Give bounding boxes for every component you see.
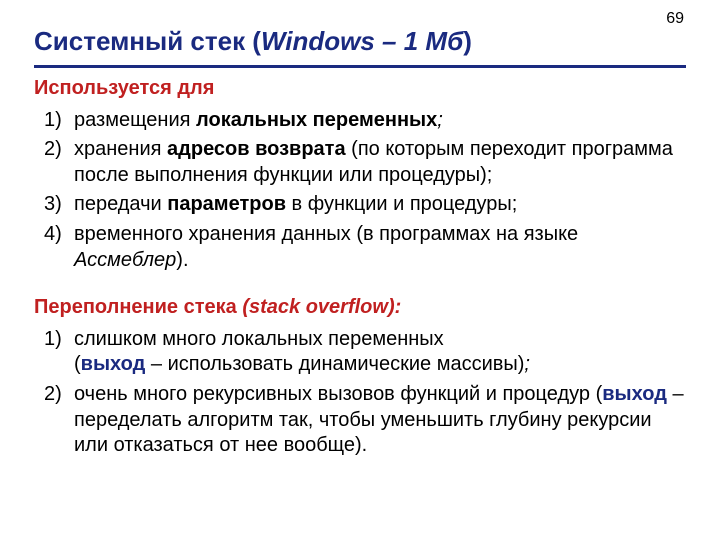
text-run: в функции и процедуры; <box>286 193 517 215</box>
list-number: 1) <box>44 108 62 134</box>
title-rule <box>34 65 686 68</box>
section1-list: 1) размещения локальных переменных; 2) хран… <box>34 106 686 276</box>
list-number: 2) <box>44 382 62 408</box>
text-run: ). <box>176 249 188 271</box>
text-run: – использовать динамические массивы) <box>145 353 524 375</box>
text-run: локальных переменных <box>196 109 437 131</box>
list-number: 4) <box>44 222 62 248</box>
text-run: передачи <box>74 193 167 215</box>
title-prefix: Системный стек ( <box>34 26 261 56</box>
text-run: параметров <box>167 193 286 215</box>
text-run: слишком много локальных переменных <box>74 328 444 350</box>
text-run: размещения <box>74 109 196 131</box>
list-item: 1) размещения локальных переменных; <box>44 106 686 136</box>
text-run: очень много рекурсивных вызовов функций … <box>74 383 602 405</box>
list-number: 2) <box>44 137 62 163</box>
body-content: Используется для 1) размещения локальных … <box>0 76 720 461</box>
section2-heading: Переполнение стека (stack overflow): <box>34 295 686 321</box>
list-item: 2) очень много рекурсивных вызовов функци… <box>44 380 686 461</box>
text-run: Ассмеблер <box>74 249 176 271</box>
list-item: 4) временного хранения данных (в программ… <box>44 220 686 275</box>
title-italic: Windows – 1 Мб <box>261 26 463 56</box>
text-run: ( <box>74 353 81 375</box>
page-title: Системный стек (Windows – 1 Мб) <box>0 0 720 63</box>
page-number: 69 <box>666 10 684 28</box>
list-item: 3) передачи параметров в функции и процед… <box>44 190 686 220</box>
list-item: 1) слишком много локальных переменных (вых… <box>44 325 686 380</box>
section2-heading-italic: (stack overflow): <box>242 296 401 318</box>
text-run: адресов возврата <box>167 138 346 160</box>
title-suffix: ) <box>463 26 472 56</box>
section2-list: 1)слишком много локальных переменных(вых… <box>34 325 686 461</box>
section2-heading-plain: Переполнение стека <box>34 296 242 318</box>
text-run: выход <box>602 383 667 405</box>
text-run: хранения <box>74 138 167 160</box>
list-item: 2)хранения адресов возврата (по которым … <box>44 135 686 190</box>
section1-heading: Используется для <box>34 76 686 102</box>
text-run: ; <box>437 109 443 131</box>
text-run: временного хранения данных (в программах… <box>74 223 578 245</box>
text-run: выход <box>81 353 146 375</box>
list-number: 3) <box>44 192 62 218</box>
list-number: 1) <box>44 327 62 353</box>
text-run: ; <box>524 353 530 375</box>
